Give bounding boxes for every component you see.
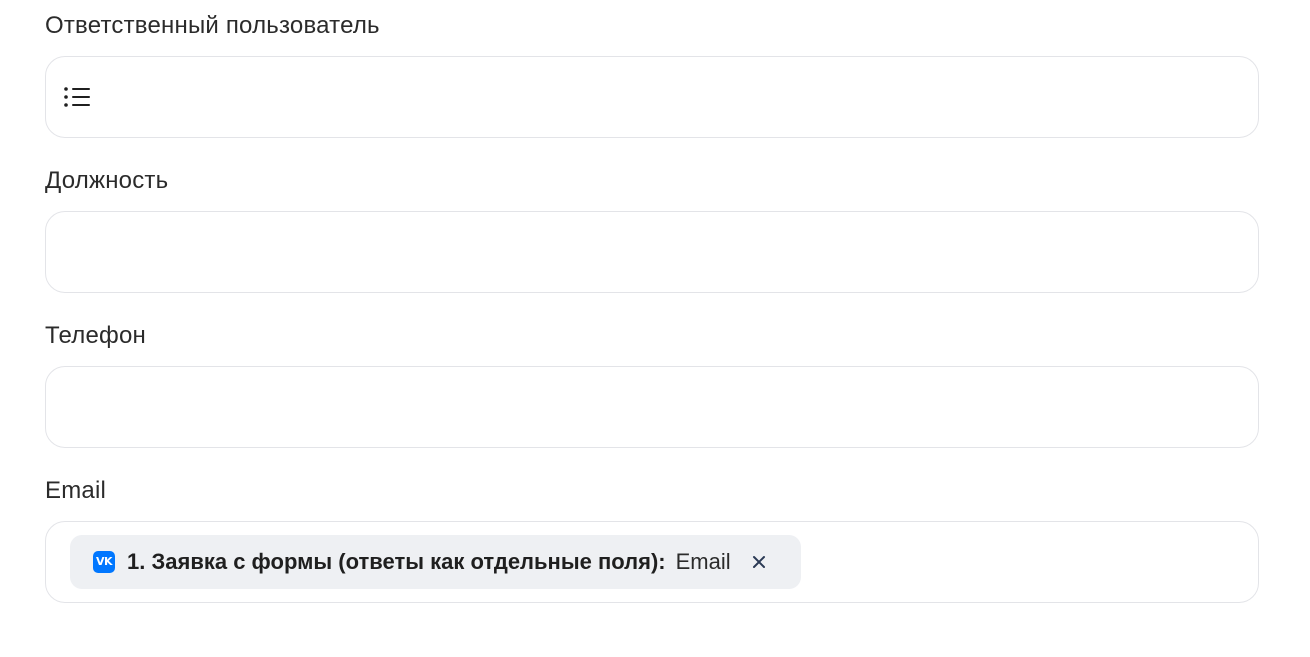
phone-field[interactable] bbox=[45, 366, 1259, 448]
email-field[interactable]: VK 1. Заявка с формы (ответы как отдельн… bbox=[45, 521, 1259, 603]
responsible-user-field[interactable] bbox=[45, 56, 1259, 138]
tag-source-label: 1. Заявка с формы (ответы как отдельные … bbox=[127, 549, 666, 574]
vk-icon: VK bbox=[93, 551, 115, 573]
position-field[interactable] bbox=[45, 211, 1259, 293]
responsible-user-label: Ответственный пользователь bbox=[45, 12, 380, 39]
email-label: Email bbox=[45, 477, 107, 504]
email-mapping-tag[interactable]: VK 1. Заявка с формы (ответы как отдельн… bbox=[70, 535, 801, 589]
list-icon[interactable] bbox=[63, 85, 91, 109]
position-label: Должность bbox=[45, 167, 169, 194]
phone-label: Телефон bbox=[45, 322, 146, 349]
tag-field-label: Email bbox=[675, 549, 731, 574]
close-icon[interactable] bbox=[749, 552, 769, 572]
